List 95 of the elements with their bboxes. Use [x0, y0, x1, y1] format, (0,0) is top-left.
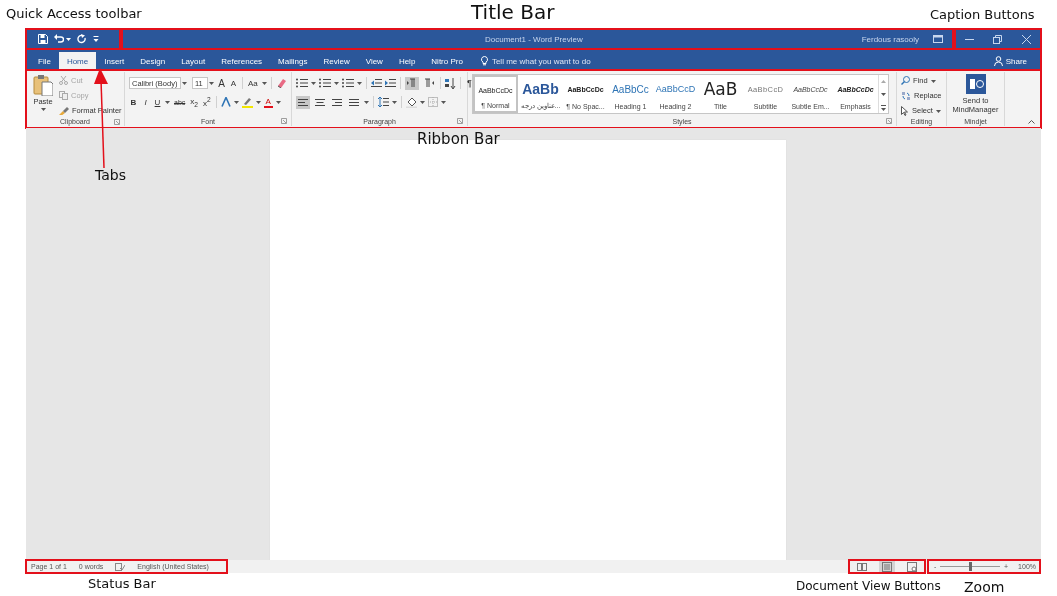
caret-icon [40, 107, 46, 111]
ribbon-tab[interactable]: Nitro Pro [423, 52, 471, 70]
text-direction-button[interactable] [405, 76, 419, 90]
view-button[interactable] [879, 560, 895, 573]
alignment-icon [315, 97, 325, 107]
caret-icon [311, 81, 316, 85]
text-direction-icon [424, 78, 434, 88]
ribbon-tab[interactable]: Review [315, 52, 358, 70]
collapse-ribbon-icon[interactable] [1028, 119, 1035, 124]
format-button[interactable]: x$^{2}$ [202, 95, 212, 109]
callout-label: Ribbon Bar [417, 131, 500, 148]
caret-icon [441, 100, 446, 104]
caret-icon [357, 81, 362, 85]
caret-icon [392, 100, 397, 104]
mindmanager-icon [965, 74, 986, 94]
zoom-slider-thumb[interactable] [969, 562, 973, 571]
caret-icon [209, 81, 214, 85]
customize-toolbar-icon[interactable] [93, 35, 99, 43]
ribbon-tab[interactable]: Home [58, 52, 97, 70]
callout-label: Title Bar [471, 1, 555, 23]
caret-icon [275, 100, 281, 104]
view-icon [907, 561, 918, 572]
clear-formatting-icon[interactable] [275, 78, 286, 88]
paintbrush-icon [59, 106, 69, 115]
window-title: Document1 - Word Preview [485, 34, 583, 44]
change-case-button[interactable]: Aa [247, 76, 259, 90]
ribbon-tab[interactable]: References [213, 52, 271, 70]
close-icon[interactable] [1022, 34, 1032, 44]
line-spacing-icon[interactable] [378, 97, 389, 107]
increase-indent-icon[interactable] [385, 78, 396, 88]
ribbon-tab[interactable]: Mailings [270, 52, 316, 70]
alignment-icon [332, 97, 342, 107]
caret-icon [935, 108, 941, 113]
lightbulb-icon [480, 56, 488, 66]
caret-icon [334, 81, 339, 85]
format-button[interactable]: x$_{2}$ [189, 95, 199, 109]
callout-label: Tabs [95, 168, 126, 184]
scissors-icon [59, 76, 68, 85]
decrease-indent-icon[interactable] [371, 78, 382, 88]
text-direction-icon [407, 78, 417, 88]
person-icon [993, 56, 1003, 66]
clipboard-icon [33, 74, 53, 96]
view-icon [856, 561, 867, 572]
text-effects-icon[interactable] [220, 97, 231, 107]
proofing-icon[interactable] [115, 562, 126, 571]
user-name[interactable]: Ferdous rasooly [861, 34, 919, 44]
callout-label: Quick Access toolbar [6, 7, 142, 22]
search-icon [901, 76, 910, 85]
highlighter-icon[interactable] [241, 96, 253, 108]
caret-icon [364, 100, 369, 104]
caret-icon [66, 37, 71, 41]
caret-icon [233, 100, 239, 104]
restore-icon[interactable] [993, 34, 1003, 44]
show-formatting-button[interactable]: ¶ [465, 76, 474, 90]
callout-label: Caption Buttons [930, 8, 1035, 23]
multilevel-list-icon[interactable] [342, 78, 354, 88]
copy-icon [59, 91, 68, 100]
redo-icon[interactable] [77, 34, 87, 44]
caret-icon [182, 81, 187, 85]
ribbon-display-icon[interactable] [933, 35, 943, 43]
cursor-icon [901, 105, 909, 116]
caret-icon [930, 78, 936, 83]
caret-icon [261, 81, 267, 85]
caret-icon [165, 100, 170, 104]
sort-icon[interactable] [445, 77, 456, 89]
format-button[interactable]: B [129, 95, 138, 109]
callout-label: Document View Buttons [796, 580, 941, 594]
ribbon-tab[interactable]: Insert [96, 52, 133, 70]
font-color-button[interactable]: A [263, 96, 273, 108]
alignment-icon [298, 97, 308, 107]
caret-icon [420, 100, 425, 104]
caret-icon [255, 100, 261, 104]
ribbon-tab[interactable]: Help [390, 52, 424, 70]
alignment-icon [349, 97, 359, 107]
share-button[interactable]: Share [989, 52, 1031, 70]
view-icon [882, 561, 892, 572]
callout-label: Zoom [964, 580, 1005, 596]
text-direction-button[interactable] [422, 76, 436, 90]
ribbon-tab[interactable]: File [30, 52, 59, 70]
alignment-button[interactable] [296, 95, 310, 109]
callout-label: Status Bar [88, 577, 156, 592]
format-button[interactable]: U [153, 95, 162, 109]
format-button[interactable]: I [141, 95, 150, 109]
undo-icon[interactable] [54, 34, 64, 44]
shrink-font-button[interactable]: A [229, 76, 238, 90]
bullets-icon[interactable] [296, 78, 308, 88]
numbering-icon[interactable] [319, 78, 331, 88]
tell-me-field[interactable]: Tell me what you want to do [491, 56, 642, 66]
ribbon-tab[interactable]: View [357, 52, 391, 70]
shading-icon[interactable] [406, 96, 417, 108]
replace-icon [901, 90, 911, 101]
ribbon-tab[interactable]: Layout [173, 52, 214, 70]
ribbon-tab[interactable]: Design [132, 52, 174, 70]
grow-font-button[interactable]: A [217, 76, 226, 90]
save-icon[interactable] [38, 34, 48, 44]
